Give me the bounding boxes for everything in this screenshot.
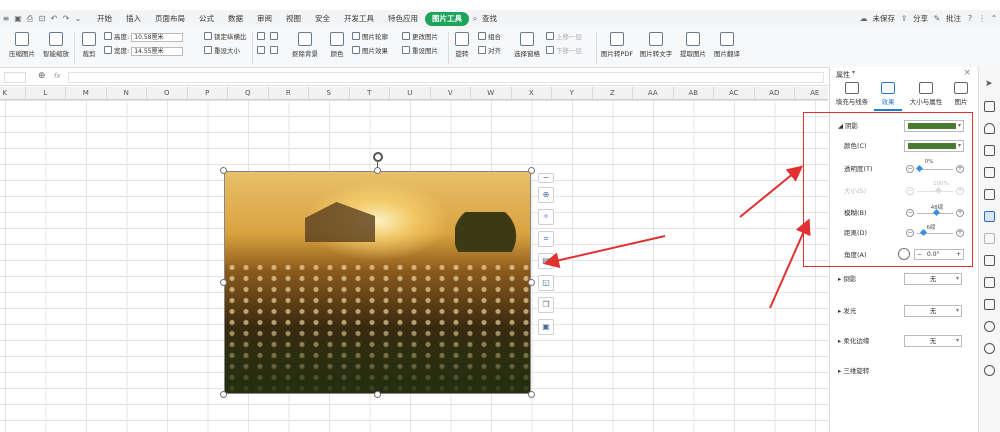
arrow-to-panel-bottom [769,218,811,309]
arrow-to-toolbar [543,235,666,269]
wps-spreadsheet-window: ≡ ▣ ⎙ ⊡ ↶ ↷ ⌄ 开始 插入 页面布局 公式 数据 审阅 视图 安全 … [0,0,1000,432]
annotation-arrows [543,165,811,309]
arrow-to-panel-top [739,165,804,218]
